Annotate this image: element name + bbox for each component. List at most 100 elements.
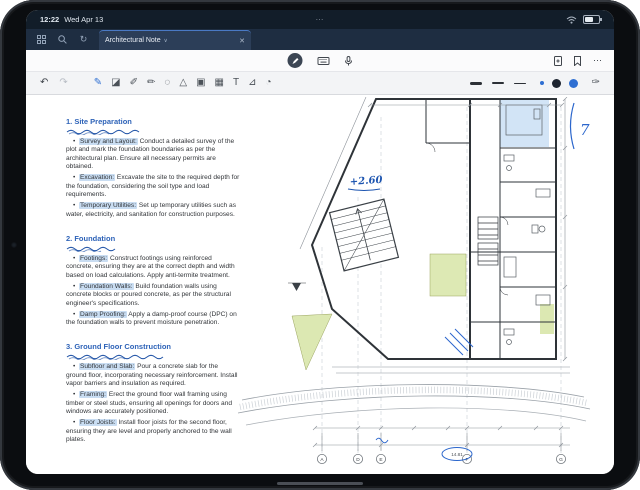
grid-marker: D: [353, 453, 364, 464]
stroke-width-group: [469, 81, 526, 85]
front-camera: [11, 242, 17, 248]
note-item: • Framing: Erect the ground floor wall f…: [66, 391, 233, 416]
status-bar: 12:22 Wed Apr 13 ⋯: [26, 10, 614, 29]
svg-text:D: D: [356, 457, 360, 463]
stroke-medium-button[interactable]: [491, 82, 504, 84]
quick-bar: ⋯: [26, 50, 614, 72]
edit-mode-toggle[interactable]: [287, 53, 303, 68]
margin-bracket: [569, 102, 575, 150]
text-tool-icon[interactable]: T: [233, 78, 239, 88]
section-heading: 3. Ground Floor Construction: [66, 342, 171, 352]
chevron-down-icon[interactable]: ∨: [164, 38, 168, 44]
add-page-icon[interactable]: [554, 55, 562, 66]
note-page[interactable]: 1. Site Preparation • Survey and Layout:…: [26, 95, 614, 474]
ruler-tool-icon[interactable]: ⊿: [248, 78, 256, 88]
svg-text:E: E: [379, 457, 382, 463]
appliance-stack: [477, 216, 499, 266]
note-item: • Footings: Construct footings using rei…: [66, 254, 235, 279]
grid-marker: G: [555, 453, 566, 464]
notes-column: 1. Site Preparation • Survey and Layout:…: [66, 111, 240, 453]
highlighted-term: Foundation Walls:: [78, 282, 134, 290]
screen: 12:22 Wed Apr 13 ⋯ ↻ Architectural Note …: [26, 10, 614, 474]
highlighted-term: Damp Proofing:: [78, 310, 127, 318]
note-section-site-preparation: 1. Site Preparation • Survey and Layout:…: [66, 111, 240, 219]
eraser-tool-icon[interactable]: ◪: [111, 78, 120, 88]
svg-text:G: G: [559, 457, 563, 463]
bookmark-icon[interactable]: [574, 55, 581, 66]
sync-icon[interactable]: ↻: [76, 32, 91, 47]
keyboard-icon[interactable]: [317, 56, 330, 65]
section-heading: 2. Foundation: [66, 233, 116, 243]
tab-close-icon[interactable]: ✕: [239, 37, 245, 45]
redo-button[interactable]: ↷: [59, 78, 67, 88]
battery-icon: [583, 15, 602, 24]
image-tool-icon[interactable]: ▦: [215, 78, 224, 88]
note-section-foundation: 2. Foundation • Footings: Construct foot…: [66, 228, 240, 328]
pencil-tool-icon[interactable]: ✏: [147, 78, 155, 88]
highlighted-term: Temporary Utilities:: [78, 202, 138, 210]
color-blue[interactable]: [568, 78, 578, 88]
stroke-thick-button[interactable]: [469, 81, 482, 85]
undo-button[interactable]: ↶: [40, 78, 48, 88]
marker-icon: [292, 57, 298, 64]
highlighted-term: Survey and Layout:: [78, 138, 138, 145]
tool-bar: ↶ ↷ ✎ ◪ ✐ ✏ ◌ △ ▣ ▦ T ⊿ ◔ ✑: [26, 72, 614, 95]
timer-tool-icon[interactable]: ◔: [265, 78, 271, 88]
elevation-note: +2.60: [349, 175, 382, 188]
highlighted-term: Floor Joists:: [78, 419, 117, 427]
wifi-icon: [566, 16, 577, 24]
highlighted-term: Framing:: [78, 391, 107, 399]
green-room-fill: [429, 253, 467, 297]
tab-architectural-note[interactable]: Architectural Note ∨ ✕: [99, 30, 251, 50]
tab-title: Architectural Note: [105, 37, 161, 44]
highlighted-term: Footings:: [78, 254, 109, 262]
terrain-contours: [237, 384, 591, 426]
floor-plan-drawing: A D E F G +2.60 7 14.81: [237, 97, 591, 464]
pen-tool-icon[interactable]: ✎: [94, 78, 102, 88]
elevation-marker: [288, 282, 306, 291]
grid-bubbles: A D E F G: [317, 453, 566, 464]
ipad-device: 12:22 Wed Apr 13 ⋯ ↻ Architectural Note …: [0, 0, 640, 490]
stroke-thin-button[interactable]: [513, 82, 526, 84]
ink-check-scribble: [375, 437, 389, 444]
tool-group: ✎ ◪ ✐ ✏ ◌ △ ▣ ▦ T ⊿ ◔: [94, 78, 272, 88]
ink-hatch-scribble: [444, 328, 474, 356]
shapes-tool-icon[interactable]: △: [179, 78, 187, 88]
search-icon[interactable]: [55, 32, 70, 47]
highlighter-tool-icon[interactable]: ✐: [130, 78, 138, 88]
color-navy[interactable]: [551, 78, 561, 88]
pen-settings-icon[interactable]: ✑: [592, 78, 600, 88]
highlighted-term: Subfloor and Slab:: [78, 363, 136, 371]
green-wing-fill: [291, 313, 333, 371]
apps-grid-icon[interactable]: [34, 32, 49, 47]
more-icon[interactable]: ⋯: [593, 55, 602, 66]
lasso-tool-icon[interactable]: ◌: [164, 78, 170, 88]
section-heading: 1. Site Preparation: [66, 117, 132, 126]
highlighted-term: Excavation:: [78, 174, 116, 182]
color-blue-selected[interactable]: [539, 81, 544, 85]
squiggle-underline: [66, 129, 140, 135]
staircase: [328, 198, 400, 272]
green-patch-fill: [540, 304, 554, 334]
multitask-dots-icon[interactable]: ⋯: [316, 15, 325, 24]
note-section-ground-floor: 3. Ground Floor Construction • Subfloor …: [66, 336, 240, 444]
home-indicator[interactable]: [277, 481, 363, 485]
note-item: • Excavation: Excavate the site to the r…: [66, 174, 240, 199]
note-item: • Damp Proofing: Apply a damp-proof cour…: [66, 310, 237, 326]
note-item: • Survey and Layout: Conduct a detailed …: [66, 138, 235, 171]
squiggle-underline: [66, 246, 116, 252]
note-item: • Subfloor and Slab: Pour a concrete sla…: [66, 363, 238, 388]
circled-dimension: 14.81: [451, 452, 463, 457]
sticker-tool-icon[interactable]: ▣: [196, 78, 205, 88]
microphone-icon[interactable]: [345, 55, 353, 66]
note-item: • Foundation Walls: Build foundation wal…: [66, 282, 231, 307]
grid-marker: E: [375, 453, 386, 464]
clock: 12:22: [40, 15, 60, 24]
tab-bar: ↻ Architectural Note ∨ ✕: [26, 29, 614, 50]
margin-note: 7: [580, 121, 590, 139]
grid-marker: A: [317, 453, 328, 464]
note-item: • Temporary Utilities: Set up temporary …: [66, 202, 237, 218]
pen-color-group: [539, 78, 578, 88]
note-item: • Floor Joists: Install floor joists for…: [66, 419, 232, 443]
terrace-edge: [332, 366, 570, 374]
